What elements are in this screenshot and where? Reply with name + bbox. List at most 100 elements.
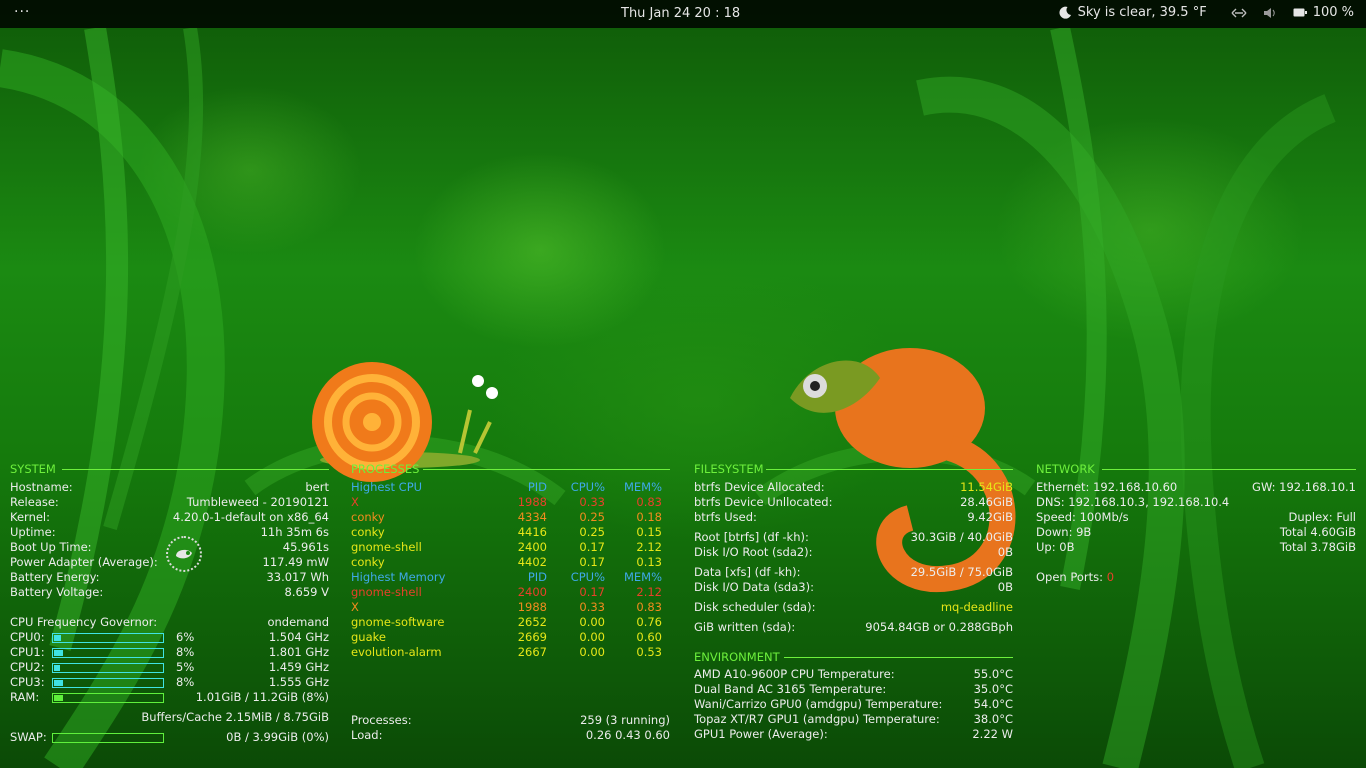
process-pid: 1988 — [517, 600, 547, 614]
process-cpu: 0.25 — [579, 525, 605, 539]
process-name: conky — [351, 555, 385, 569]
cpu-frequency: 1.801 GHz — [268, 645, 329, 659]
cpu-usage-fill — [54, 679, 63, 686]
system-info-label: Hostname: — [10, 480, 73, 494]
clock[interactable]: Thu Jan 24 20 : 18 — [621, 6, 740, 21]
highest-cpu-title: Highest CPU — [351, 480, 423, 494]
process-pid: 2667 — [517, 645, 547, 659]
cpu-usage-bar — [52, 647, 164, 658]
system-info-value: 45.961s — [282, 540, 329, 554]
process-pid: 4416 — [517, 525, 547, 539]
btrfs-used-value: 9.42GiB — [967, 510, 1013, 524]
root-io-label: Disk I/O Root (sda2): — [694, 545, 813, 559]
process-row: X 1988 0.33 0.83 — [351, 495, 670, 510]
weather-text: Sky is clear, 39.5 °F — [1077, 5, 1207, 20]
btrfs-used-label: btrfs Used: — [694, 510, 757, 524]
btrfs-unallocated-value: 28.46GiB — [960, 495, 1013, 509]
filesystem-header: FILESYSTEM — [694, 462, 1013, 477]
system-info-value: 4.20.0-1-default on x86_64 — [172, 510, 329, 524]
duplex-mode: Duplex: Full — [1288, 510, 1356, 524]
swap-value: 0B / 3.99GiB (0%) — [226, 730, 329, 744]
highest-memory-title: Highest Memory — [351, 570, 446, 584]
system-panel: SYSTEM Hostname: bert Release: Tumbleweed -… — [10, 462, 329, 745]
system-info-value: 117.49 mW — [262, 555, 329, 569]
dns-servers: DNS: 192.168.10.3, 192.168.10.4 — [1036, 495, 1230, 509]
process-mem: 0.60 — [636, 630, 662, 644]
dns-row: DNS: 192.168.10.3, 192.168.10.4 — [1036, 495, 1356, 510]
process-pid: 2652 — [517, 615, 547, 629]
cpu-percent: 5% — [176, 660, 195, 674]
buffers-row: Buffers/Cache 2.15MiB / 8.75GiB — [10, 710, 329, 725]
root-usage-label: Root [btrfs] (df -kh): — [694, 530, 809, 544]
system-info-value: 33.017 Wh — [266, 570, 329, 584]
sensor-value: 54.0°C — [973, 697, 1013, 711]
process-pid: 4334 — [517, 510, 547, 524]
swap-bar — [52, 732, 164, 743]
environment-row: AMD A10-9600P CPU Temperature: 55.0°C — [694, 667, 1013, 682]
highest-cpu-header: Highest CPU PID CPU% MEM% — [351, 480, 670, 495]
sensor-label: AMD A10-9600P CPU Temperature: — [694, 667, 895, 681]
ram-value: 1.01GiB / 11.2GiB (8%) — [195, 690, 329, 704]
ram-label: RAM: — [10, 690, 40, 704]
root-io-row: Disk I/O Root (sda2): 0B — [694, 545, 1013, 560]
process-row: conky 4334 0.25 0.18 — [351, 510, 670, 525]
sensor-label: Dual Band AC 3165 Temperature: — [694, 682, 887, 696]
system-info-label: Release: — [10, 495, 59, 509]
load-value: 0.26 0.43 0.60 — [585, 728, 670, 742]
process-name: evolution-alarm — [351, 645, 442, 659]
system-info-value: bert — [305, 480, 329, 494]
environment-list: AMD A10-9600P CPU Temperature: 55.0°C Dual… — [694, 667, 1013, 742]
process-mem: 0.15 — [636, 525, 662, 539]
root-io-value: 0B — [997, 545, 1013, 559]
total-down: Total 4.60GiB — [1279, 525, 1356, 539]
process-cpu: 0.00 — [579, 615, 605, 629]
process-mem: 0.18 — [636, 510, 662, 524]
environment-row: GPU1 Power (Average): 2.22 W — [694, 727, 1013, 742]
cpu-row: CPU1: 8% 1.801 GHz — [10, 645, 329, 660]
process-row: conky 4416 0.25 0.15 — [351, 525, 670, 540]
btrfs-unallocated-label: btrfs Device Unllocated: — [694, 495, 833, 509]
process-cpu: 0.33 — [579, 495, 605, 509]
processes-count-row: Processes: 259 (3 running) — [351, 713, 670, 728]
sensor-value: 2.22 W — [972, 727, 1013, 741]
environment-panel: ENVIRONMENT AMD A10-9600P CPU Temperatur… — [694, 650, 1013, 742]
cpu-governor-row: CPU Frequency Governor: ondemand — [10, 615, 329, 630]
sensor-label: Wani/Carrizo GPU0 (amdgpu) Temperature: — [694, 697, 943, 711]
volume-indicator[interactable] — [1263, 7, 1277, 19]
sensor-label: Topaz XT/R7 GPU1 (amdgpu) Temperature: — [694, 712, 940, 726]
buffers-value: Buffers/Cache 2.15MiB / 8.75GiB — [141, 710, 329, 724]
btrfs-allocated-row: btrfs Device Allocated: 11.54GiB — [694, 480, 1013, 495]
disk-scheduler-value: mq-deadline — [940, 600, 1013, 614]
cpu-frequency: 1.459 GHz — [268, 660, 329, 674]
system-info-row: Battery Energy: 33.017 Wh — [10, 570, 329, 585]
environment-row: Dual Band AC 3165 Temperature: 35.0°C — [694, 682, 1013, 697]
environment-row: Topaz XT/R7 GPU1 (amdgpu) Temperature: 38… — [694, 712, 1013, 727]
cpu-label: CPU3: — [10, 675, 45, 689]
top-bar: ··· Thu Jan 24 20 : 18 Sky is clear, 39.… — [0, 0, 1366, 28]
process-row: gnome-software 2652 0.00 0.76 — [351, 615, 670, 630]
network-panel: NETWORK Ethernet: 192.168.10.60 GW: 192.… — [1036, 462, 1356, 585]
cpu-usage-fill — [54, 664, 60, 671]
process-cpu: 0.17 — [579, 555, 605, 569]
process-name: guake — [351, 630, 386, 644]
cpu-row: CPU3: 8% 1.555 GHz — [10, 675, 329, 690]
process-pid: 4402 — [517, 555, 547, 569]
battery-indicator[interactable]: 100 % — [1293, 5, 1354, 20]
swap-label: SWAP: — [10, 730, 47, 744]
weather-indicator[interactable]: Sky is clear, 39.5 °F — [1059, 5, 1207, 20]
process-name: gnome-shell — [351, 540, 422, 554]
cpu-governor-label: CPU Frequency Governor: — [10, 615, 158, 629]
pid-column: PID — [527, 480, 547, 494]
process-pid: 2669 — [517, 630, 547, 644]
cpu-column: CPU% — [570, 570, 605, 584]
network-indicator[interactable] — [1231, 8, 1247, 18]
process-pid: 2400 — [517, 540, 547, 554]
process-mem: 0.83 — [636, 495, 662, 509]
swap-row: SWAP: 0B / 3.99GiB (0%) — [10, 730, 329, 745]
btrfs-allocated-value: 11.54GiB — [960, 480, 1013, 494]
activities-button[interactable]: ··· — [14, 4, 30, 20]
system-info-label: Battery Energy: — [10, 570, 100, 584]
process-cpu: 0.00 — [579, 630, 605, 644]
highest-cpu-list: X 1988 0.33 0.83 conky 4334 0.25 0.18 conky 4416 0… — [351, 495, 670, 570]
processes-panel: PROCESSES Highest CPU PID CPU% MEM% X 198… — [351, 462, 670, 743]
